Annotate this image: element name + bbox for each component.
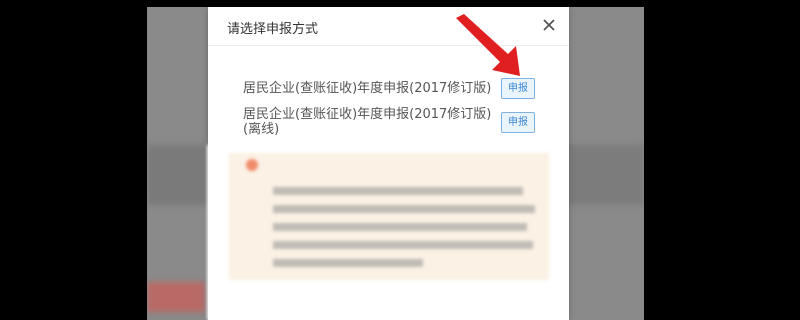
background-blur-left: [147, 145, 209, 205]
notice-text-line: [273, 205, 535, 213]
notice-text-line: [273, 223, 527, 231]
notice-text-line: [273, 259, 423, 267]
option-label-online: 居民企业(查账征收)年度申报(2017修订版): [243, 81, 492, 96]
notice-popup: [207, 145, 561, 320]
background-red-block: [147, 282, 205, 312]
background-blur-right: [567, 145, 644, 205]
red-arrow-icon: [456, 14, 520, 76]
apply-button-online[interactable]: 申报: [501, 78, 535, 99]
notice-text-line: [273, 187, 523, 195]
close-icon[interactable]: [540, 16, 558, 34]
dialog-title: 请选择申报方式: [227, 22, 319, 37]
notice-text-line: [273, 241, 533, 249]
option-label-offline: 居民企业(查账征收)年度申报(2017修订版)(离线): [243, 107, 492, 137]
warning-icon: [246, 159, 258, 171]
apply-button-offline[interactable]: 申报: [501, 112, 535, 133]
